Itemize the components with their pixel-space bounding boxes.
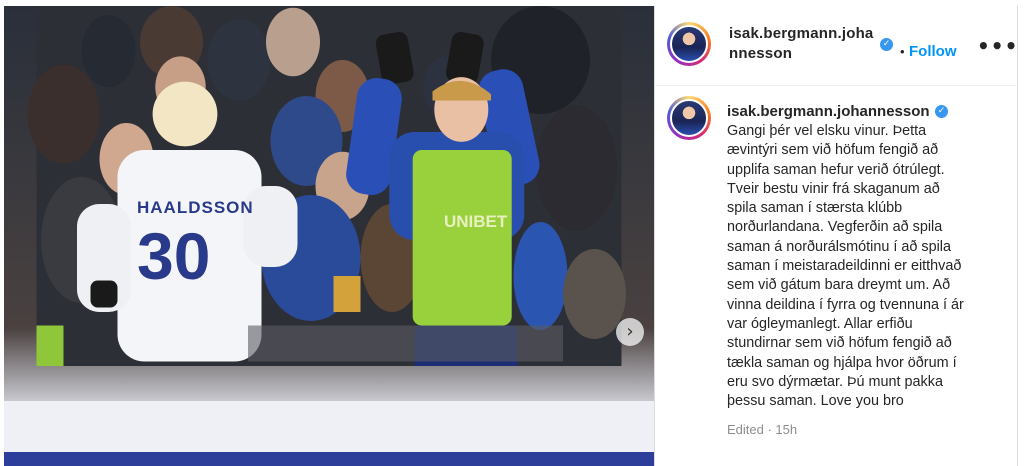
crowd-background xyxy=(27,6,626,366)
caption-line: þessu saman. Love you bro xyxy=(727,393,904,410)
caption-line: spila saman í stærsta klúbb xyxy=(727,200,903,217)
post-caption: Gangi þér vel elsku vinur. Þetta ævintýr… xyxy=(727,122,1009,411)
caption-line: saman í meistaradeildinni er eitthvað xyxy=(727,258,962,275)
author-username[interactable]: isak.bergmann.joha nnesson xyxy=(729,24,881,64)
caption-line: Gangi þér vel elsku vinur. Þetta xyxy=(727,123,927,139)
caption-author-avatar[interactable] xyxy=(667,96,711,140)
caption-line: saman á norðurálsmótinu í að spila xyxy=(727,238,951,255)
post-header: isak.bergmann.joha nnesson ✓ • Follow ••… xyxy=(655,6,1018,86)
caption-line: sem við gátum bara dreymt um. Að xyxy=(727,277,951,294)
username-line-2: nnesson xyxy=(729,45,793,62)
post-sidebar: isak.bergmann.joha nnesson ✓ • Follow ••… xyxy=(655,6,1018,466)
author-avatar[interactable] xyxy=(667,22,711,66)
instagram-post-modal: HAALDSSON 30 UNIBET › isak.bergmann.joha… xyxy=(0,0,1024,466)
more-options-icon[interactable]: ••• xyxy=(977,34,1018,58)
caption-line: tækla saman og hjálpa hvor öðrum í xyxy=(727,354,957,371)
ad-board-stripe xyxy=(4,452,654,466)
post-photo[interactable]: HAALDSSON 30 UNIBET › xyxy=(4,6,654,466)
caption-line: Tveir bestu vinir frá skaganum að xyxy=(727,180,940,197)
verified-badge-icon: ✓ xyxy=(880,38,893,51)
caption-line: upplifa saman hefur verið ótrúlegt. xyxy=(727,161,945,178)
vest-sponsor: UNIBET xyxy=(444,212,508,231)
avatar-image xyxy=(670,99,708,137)
caption-line: norðurlandana. Vegferðin að spila xyxy=(727,219,943,236)
avatar-image xyxy=(670,25,708,63)
post-timestamp[interactable]: Edited · 15h xyxy=(727,422,797,437)
caption-line: vinna deildina í fyrra og tvennuna í ár xyxy=(727,296,964,313)
chevron-right-icon: › xyxy=(626,321,634,342)
caption-author-username[interactable]: isak.bergmann.johannesson xyxy=(727,103,930,120)
caption-line: ævintýri sem við höfum fengið að xyxy=(727,142,939,159)
jersey-name: HAALDSSON xyxy=(137,198,254,217)
jersey-number: 30 xyxy=(137,219,211,293)
verified-badge-icon: ✓ xyxy=(935,105,948,118)
pitch-ad-board xyxy=(4,401,654,466)
follow-button[interactable]: Follow xyxy=(909,43,957,60)
caption-line: stundirnar sem við höfum fengið að xyxy=(727,335,952,352)
carousel-next-button[interactable]: › xyxy=(616,318,644,346)
caption-line: eru svo dýrmætar. Þú munt pakka xyxy=(727,373,943,390)
caption-line: var ógleymanlegt. Allar erfiðu xyxy=(727,315,913,332)
separator-dot: • xyxy=(900,44,905,59)
username-line-1: isak.bergmann.joha xyxy=(729,25,874,42)
